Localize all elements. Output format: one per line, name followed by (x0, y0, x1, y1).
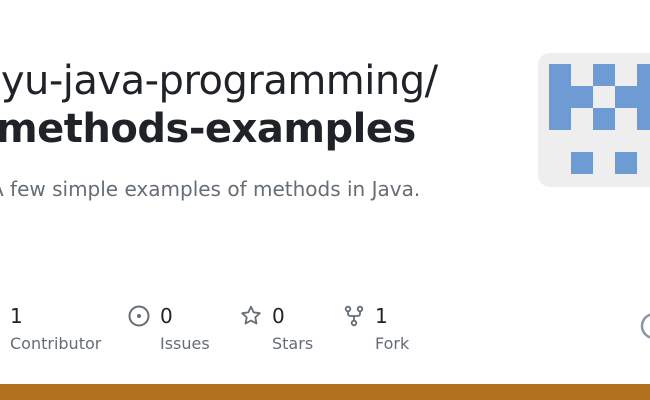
repo-description: A few simple examples of methods in Java… (0, 177, 421, 201)
repo-forked-icon (344, 305, 364, 327)
issues-count: 0 (160, 304, 173, 328)
issues-label: Issues (160, 334, 210, 353)
issue-opened-icon (128, 305, 150, 327)
social-preview-card: nyu-java-programming/ methods-examples A… (0, 0, 650, 400)
forks-label: Fork (375, 334, 410, 353)
contributors-label: Contributor (10, 334, 102, 353)
stars-label: Stars (272, 334, 314, 353)
repo-name[interactable]: methods-examples (0, 104, 416, 154)
repo-owner-path[interactable]: nyu-java-programming/ (0, 56, 438, 106)
contributors-count: 1 (10, 304, 23, 328)
identicon-image (549, 64, 650, 174)
star-icon (241, 305, 261, 325)
language-color-bar (0, 384, 650, 400)
github-logo-icon (640, 313, 650, 339)
owner-avatar (538, 53, 650, 187)
stars-count: 0 (272, 304, 285, 328)
repo-stats: 1 Contributor 0 Issues 0 Stars 1 Fork (0, 300, 650, 360)
forks-count: 1 (375, 304, 388, 328)
